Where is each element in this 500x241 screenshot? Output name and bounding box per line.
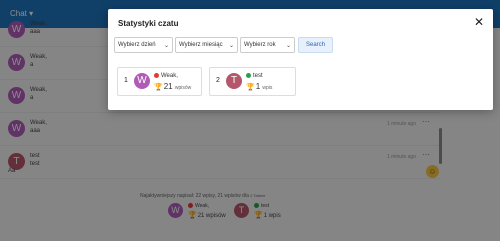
day-select-value: Wybierz dzień [118, 42, 156, 48]
chat-stats-modal: Statystyki czatu ✕ Wybierz dzień ⌄ Wybie… [108, 9, 493, 110]
trophy-icon: 🏆 [154, 84, 163, 91]
rank-number: 1 [124, 77, 128, 84]
modal-title: Statystyki czatu [118, 19, 179, 28]
close-icon[interactable]: ✕ [474, 15, 484, 29]
stat-card-2: 2 T test 🏆1 wpis [209, 67, 296, 96]
rank-number: 2 [216, 77, 220, 84]
avatar[interactable]: W [134, 73, 150, 89]
trophy-icon: 🏆 [246, 84, 255, 91]
month-select-value: Wybierz miesiąc [179, 42, 223, 48]
day-select[interactable]: Wybierz dzień ⌄ [114, 37, 173, 53]
stat-user-count: 🏆21 wpisów [154, 82, 192, 91]
stat-user-name: test [246, 73, 263, 79]
stat-user-count: 🏆1 wpis [246, 82, 273, 91]
chevron-down-icon: ⌄ [163, 43, 169, 49]
search-button[interactable]: Search [298, 37, 333, 53]
chevron-down-icon: ⌄ [228, 43, 234, 49]
month-select[interactable]: Wybierz miesiąc ⌄ [175, 37, 238, 53]
chevron-down-icon: ⌄ [285, 43, 291, 49]
stat-card-1: 1 W Weak, 🏆21 wpisów [117, 67, 202, 96]
year-select-value: Wybierz rok [244, 42, 276, 48]
status-dot-icon [154, 73, 159, 78]
stat-user-name: Weak, [154, 73, 178, 79]
year-select[interactable]: Wybierz rok ⌄ [240, 37, 295, 53]
status-dot-icon [246, 73, 251, 78]
avatar[interactable]: T [226, 73, 242, 89]
